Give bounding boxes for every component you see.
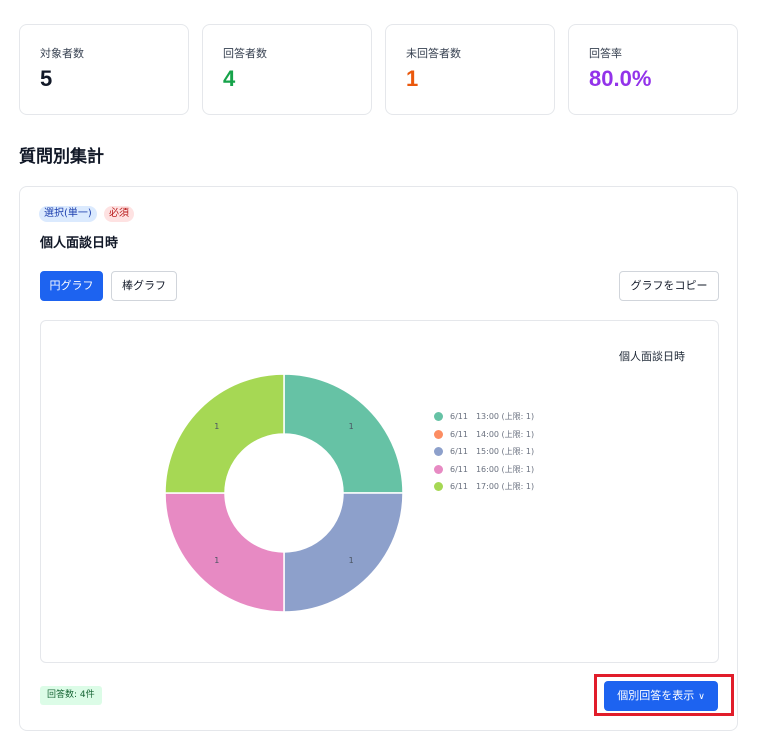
legend-swatch <box>434 429 443 439</box>
bar-chart-button[interactable]: 棒グラフ <box>111 271 177 301</box>
stats-row: 対象者数 5 回答者数 4 未回答者数 1 回答率 80.0% <box>19 24 738 115</box>
legend-label: 6/11 17:00 (上限: 1) <box>450 482 535 491</box>
chart-container: 個人面談日時 1111 6/11 13:00 (上限: 1) 6/11 14:00… <box>40 320 719 663</box>
stat-label: 回答率 <box>589 47 622 60</box>
legend-swatch <box>434 482 443 491</box>
stat-card-respondents: 回答者数 4 <box>202 24 372 115</box>
question-card: 選択(単一) 必須 個人面談日時 円グラフ 棒グラフ グラフをコピー 個人面談日… <box>19 186 738 731</box>
chevron-down-icon: ∨ <box>698 692 705 702</box>
stat-value: 80.0% <box>589 66 652 91</box>
pie-data-label: 1 <box>349 556 354 565</box>
show-responses-button[interactable]: 個別回答を表示 ∨ <box>604 681 718 711</box>
section-title: 質問別集計 <box>19 147 104 167</box>
pie-slice-1 <box>283 373 404 494</box>
legend-swatch <box>434 447 443 456</box>
legend-swatch <box>434 412 443 421</box>
stat-value: 1 <box>406 66 419 91</box>
stat-value: 5 <box>40 66 53 91</box>
question-type-badge: 選択(単一) <box>39 206 97 222</box>
pie-slice-5 <box>164 373 285 494</box>
pie-data-label: 1 <box>214 422 219 431</box>
stat-value: 4 <box>223 66 236 91</box>
required-badge: 必須 <box>104 206 134 222</box>
legend-label: 6/11 14:00 (上限: 1) <box>450 429 535 439</box>
copy-chart-button[interactable]: グラフをコピー <box>619 271 719 301</box>
legend-label: 6/11 15:00 (上限: 1) <box>450 447 535 456</box>
legend-label: 6/11 13:00 (上限: 1) <box>450 412 535 421</box>
stat-label: 回答者数 <box>223 47 267 60</box>
pie-data-label: 1 <box>349 422 354 431</box>
stat-card-target: 対象者数 5 <box>19 24 189 115</box>
stat-card-response-rate: 回答率 80.0% <box>568 24 738 115</box>
stat-card-non-respondents: 未回答者数 1 <box>385 24 555 115</box>
legend-label: 6/11 16:00 (上限: 1) <box>450 464 535 474</box>
show-responses-label: 個別回答を表示 <box>617 689 695 702</box>
pie-data-label: 1 <box>214 556 219 565</box>
legend-swatch <box>434 464 443 474</box>
pie-chart: 1 1 1 1 <box>164 373 404 613</box>
stat-label: 対象者数 <box>40 47 84 60</box>
response-count-badge: 回答数: 4件 <box>40 686 102 705</box>
pie-slice-3 <box>283 492 404 613</box>
question-title: 個人面談日時 <box>40 236 119 251</box>
pie-chart-button[interactable]: 円グラフ <box>40 271 103 301</box>
stat-label: 未回答者数 <box>406 47 461 60</box>
pie-slice-4 <box>164 492 285 613</box>
